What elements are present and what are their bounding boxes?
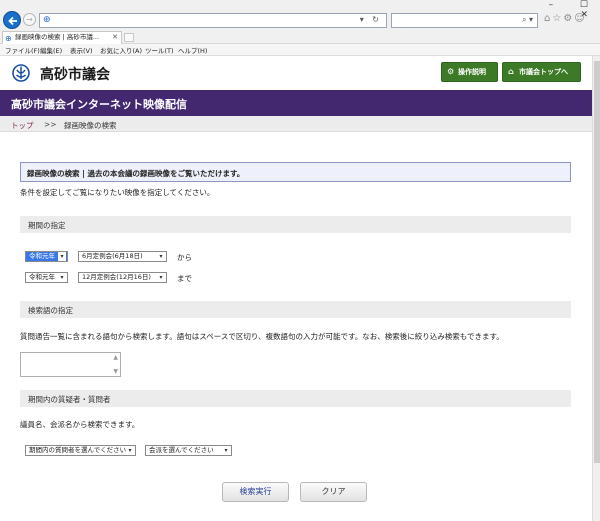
menu-tools[interactable]: ツール(T): [145, 45, 174, 55]
help-button[interactable]: ⚙ 操作説明: [441, 62, 498, 82]
council-top-button[interactable]: ⌂ 市議会トップへ: [502, 62, 581, 82]
to-suffix: まで: [177, 274, 192, 283]
search-submit-button[interactable]: 検索実行: [222, 482, 289, 502]
chevron-down-icon: ▾: [222, 446, 230, 455]
to-session-select[interactable]: 12月定例会(12月16日) ▾: [78, 272, 167, 283]
member-select-value: 期間内の質問者を選んでください: [29, 446, 127, 454]
chevron-down-icon: ▾: [157, 273, 165, 282]
intro-text: 条件を設定してご覧になりたい映像を指定してください。: [20, 188, 215, 197]
faction-select[interactable]: 会派を選んでください ▾: [145, 445, 232, 456]
breadcrumb: トップ >> 録画映像の検索: [0, 116, 592, 132]
from-session-value: 6月定例会(6月18日): [82, 252, 143, 260]
browser-search-box[interactable]: ⌕ ▾: [391, 13, 538, 28]
member-select[interactable]: 期間内の質問者を選んでください ▾: [25, 445, 136, 456]
forward-button[interactable]: →: [23, 13, 36, 26]
from-era-value: 令和元年: [29, 252, 55, 260]
speaker-heading: 期間内の質疑者・質問者: [28, 395, 111, 404]
address-bar[interactable]: ⊕ ▾ ↻: [39, 13, 387, 28]
tab-title: 録画映像の検索 | 高砂市議...: [15, 33, 100, 41]
page-notice: 録画映像の検索 | 過去の本会議の録画映像をご覧いただけます。: [20, 162, 571, 182]
period-section-heading: 期間の指定: [20, 216, 571, 233]
council-top-button-label: 市議会トップへ: [519, 68, 568, 76]
menu-edit[interactable]: 編集(E): [40, 45, 62, 55]
web-page: 高砂市議会 ⚙ 操作説明 ⌂ 市議会トップへ 高砂市議会インターネット映像配信 …: [0, 56, 592, 521]
back-button[interactable]: [3, 11, 21, 29]
chevron-down-icon: ▾: [157, 252, 165, 261]
menu-favorites[interactable]: お気に入り(A): [100, 45, 142, 55]
to-era-select[interactable]: 令和元年 ▾: [25, 272, 68, 283]
banner-title: 高砂市議会インターネット映像配信: [11, 98, 187, 111]
faction-select-value: 会派を選んでください: [149, 446, 214, 454]
speaker-help-text: 議員名、会派名から検索できます。: [20, 420, 140, 429]
globe-icon: ⊕: [5, 34, 12, 43]
keyword-heading: 検索語の指定: [28, 306, 73, 315]
close-icon[interactable]: ✕: [112, 32, 118, 43]
scroll-down-icon[interactable]: ▼: [113, 368, 118, 375]
breadcrumb-current: 録画映像の検索: [64, 121, 117, 130]
back-arrow-icon: [8, 16, 17, 26]
favorites-star-icon[interactable]: ☆: [552, 13, 563, 24]
menu-bar: ファイル(F) 編集(E) 表示(V) お気に入り(A) ツール(T) ヘルプ(…: [0, 44, 600, 56]
menu-help[interactable]: ヘルプ(H): [178, 45, 207, 55]
from-era-select[interactable]: 令和元年 ▾: [25, 251, 68, 262]
search-controls[interactable]: ⌕ ▾: [522, 15, 533, 25]
page-scrollbar[interactable]: [592, 56, 600, 521]
menu-file[interactable]: ファイル(F): [5, 45, 40, 55]
site-header: 高砂市議会 ⚙ 操作説明 ⌂ 市議会トップへ: [0, 56, 592, 90]
browser-toolbar: – ☐ ✕ → ⊕ ▾ ↻ ⌕ ▾ ⌂☆⚙☺: [0, 0, 600, 31]
speaker-section-heading: 期間内の質疑者・質問者: [20, 390, 571, 407]
period-heading: 期間の指定: [28, 221, 66, 230]
menu-view[interactable]: 表示(V): [70, 45, 93, 55]
scrollbar-thumb[interactable]: [594, 61, 600, 463]
chevron-down-icon: ▾: [126, 446, 134, 455]
clear-button[interactable]: クリア: [300, 482, 367, 502]
from-session-select[interactable]: 6月定例会(6月18日) ▾: [78, 251, 167, 262]
scroll-up-icon[interactable]: ▲: [113, 354, 118, 361]
building-icon: ⌂: [508, 67, 514, 76]
breadcrumb-separator: >>: [44, 120, 57, 129]
help-button-label: 操作説明: [458, 68, 486, 76]
breadcrumb-home-link[interactable]: トップ: [11, 120, 34, 131]
keyword-section-heading: 検索語の指定: [20, 301, 571, 318]
title-banner: 高砂市議会インターネット映像配信: [0, 90, 592, 116]
gear-icon: ⚙: [447, 67, 455, 76]
browser-tab[interactable]: ⊕ 録画映像の検索 | 高砂市議... ✕: [2, 31, 122, 44]
notice-text: 録画映像の検索 | 過去の本会議の録画映像をご覧いただけます。: [27, 169, 245, 178]
address-controls[interactable]: ▾ ↻: [360, 15, 382, 24]
globe-icon: ⊕: [43, 15, 51, 25]
gear-icon[interactable]: ⚙: [563, 13, 574, 24]
keyword-textarea[interactable]: ▲ ▼: [20, 352, 121, 377]
browser-tool-icons[interactable]: ⌂☆⚙☺: [544, 13, 600, 27]
smiley-icon[interactable]: ☺: [574, 13, 586, 24]
city-emblem-icon: [12, 64, 30, 82]
site-name[interactable]: 高砂市議会: [40, 64, 110, 84]
window-controls[interactable]: – ☐ ✕: [530, 0, 600, 20]
to-session-value: 12月定例会(12月16日): [82, 273, 151, 281]
keyword-help-text: 質問通告一覧に含まれる語句から検索します。語句はスペースで区切り、複数語句の入力…: [20, 332, 504, 341]
tab-strip: ⊕ 録画映像の検索 | 高砂市議... ✕: [0, 31, 600, 44]
to-era-value: 令和元年: [29, 273, 55, 281]
new-tab-button[interactable]: [124, 33, 134, 42]
chevron-down-icon: ▾: [58, 252, 66, 261]
from-suffix: から: [177, 253, 192, 262]
chevron-down-icon: ▾: [58, 273, 66, 282]
